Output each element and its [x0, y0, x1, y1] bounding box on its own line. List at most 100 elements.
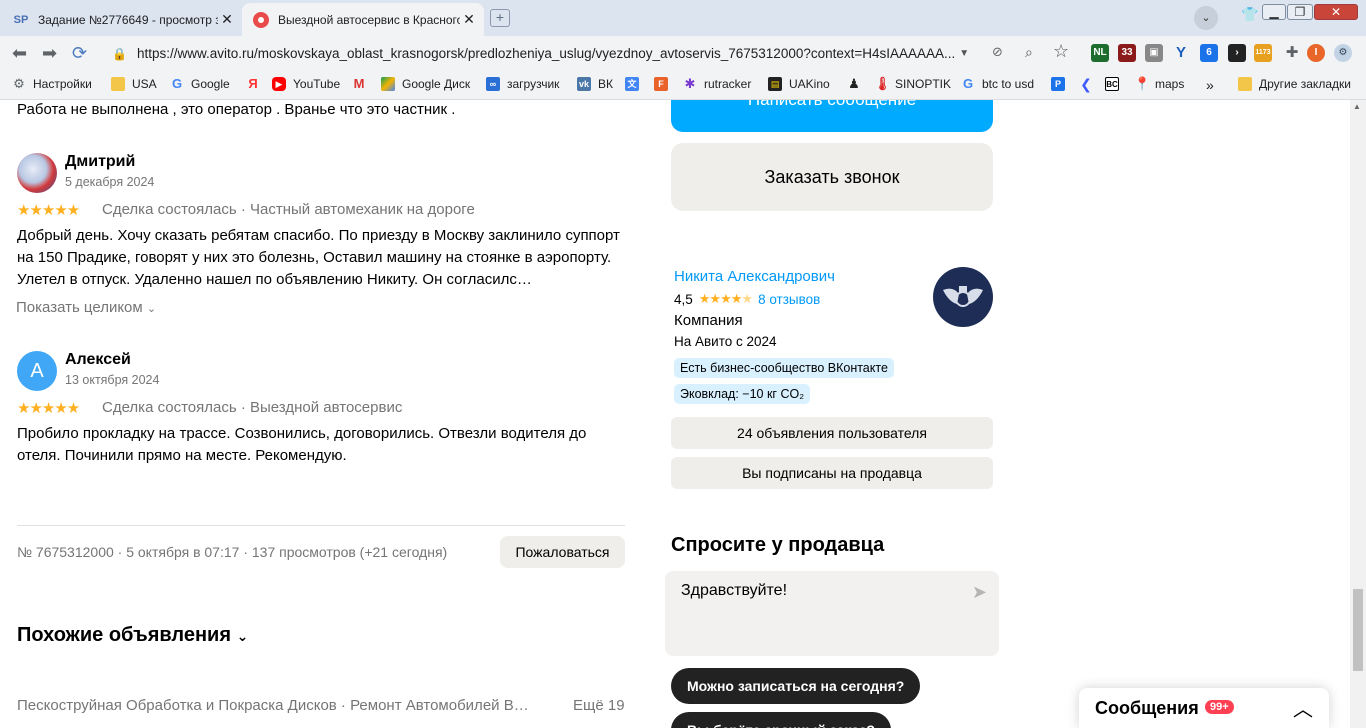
uakino-icon: ▤ — [768, 77, 782, 91]
subscribed-button[interactable]: Вы подписаны на продавца — [671, 457, 993, 489]
chevron-down-icon: ⌄ — [146, 303, 157, 315]
bookmarks-overflow-icon[interactable]: » — [1206, 77, 1214, 93]
quick-reply-chip[interactable]: Можно записаться на сегодня? — [671, 668, 921, 704]
seller-logo[interactable] — [933, 267, 993, 327]
bookmark-sinoptik[interactable]: 🌡 SINOPTIK — [874, 77, 951, 92]
bookmark-btc[interactable]: Gbtc to usd — [961, 77, 1034, 92]
bookmark-youtube[interactable]: ▶ YouTube — [272, 77, 340, 91]
order-call-button[interactable]: Заказать звонок — [671, 143, 993, 211]
close-window-button[interactable]: ✕ — [1314, 4, 1358, 20]
zoom-icon[interactable]: ⌕ — [1025, 44, 1033, 61]
forward-icon[interactable]: ➡ — [42, 43, 57, 64]
bookmark-p[interactable]: P — [1051, 77, 1072, 91]
review-card: А Алексей 13 октября 2024 ★★★★★ Сделка с… — [17, 351, 632, 471]
bookmark-settings[interactable]: ⚙ Настройки — [12, 76, 92, 92]
bookmark-rutracker[interactable]: ✱ rutracker — [683, 77, 752, 92]
scroll-up-icon[interactable]: ▲ — [1353, 102, 1361, 111]
bookmark-star-icon[interactable]: ☆ — [1053, 41, 1069, 62]
sp-favicon-icon: SP — [13, 13, 29, 26]
browser-chrome: SP Задание №2776649 - просмотр з ✕ Выезд… — [0, 0, 1366, 100]
scrollbar[interactable]: ▲ — [1350, 100, 1366, 728]
bookmark-other[interactable]: Другие закладки — [1238, 77, 1351, 91]
bookmark-yandex[interactable]: Я — [246, 77, 267, 91]
blocked-popup-icon[interactable]: ⊘ — [992, 44, 1003, 60]
send-icon[interactable]: ➤ — [972, 582, 987, 603]
close-icon[interactable]: ✕ — [460, 11, 478, 28]
briefcase-extension-icon[interactable]: ▣ — [1145, 44, 1163, 62]
bookmark-f[interactable]: F — [654, 77, 675, 91]
write-message-button[interactable]: Написать сообщение — [671, 100, 993, 132]
y-extension-icon[interactable]: Y — [1172, 44, 1190, 62]
message-input[interactable]: Здравствуйте! ➤ — [665, 571, 999, 656]
bookmark-downloader[interactable]: ∞ загрузчик — [486, 77, 559, 91]
avatar: А — [17, 351, 57, 391]
bookmark-person[interactable]: ♟ — [847, 77, 868, 91]
counter-extension-icon[interactable]: 33 — [1118, 44, 1136, 62]
bookmark-google-drive[interactable]: Google Диск — [381, 77, 470, 91]
winged-emblem-icon — [943, 286, 983, 307]
puzzle-extension-icon[interactable]: ✚ — [1283, 44, 1301, 62]
bookmark-bc[interactable]: BC — [1105, 77, 1126, 91]
seller-reviews-link[interactable]: 8 отзывов — [758, 292, 820, 307]
similar-heading[interactable]: Похожие объявления ⌄ — [17, 624, 248, 647]
f-app-icon: F — [654, 77, 668, 91]
terminal-extension-icon[interactable]: › — [1228, 44, 1246, 62]
nl-extension-icon[interactable]: NL — [1091, 44, 1109, 62]
avito-favicon-icon — [252, 11, 270, 29]
bookmark-usa[interactable]: USA — [111, 77, 157, 91]
reload-icon[interactable]: ⟳ — [72, 43, 87, 64]
show-all-link[interactable]: Показать целиком ⌄ — [16, 299, 156, 316]
similar-item[interactable]: Пескоструйная Обработка и Покраска Диско… — [17, 697, 577, 714]
badge-vk-community[interactable]: Есть бизнес-сообщество ВКонтакте — [674, 358, 894, 378]
quick-reply-chip[interactable]: Вы берёте срочный заказ? — [671, 712, 891, 728]
download-extension-icon[interactable]: 6 — [1200, 44, 1218, 62]
seller-rating: 4,5 ★★★★★ 8 отзывов — [674, 291, 821, 307]
seller-ads-button[interactable]: 24 объявления пользователя — [671, 417, 993, 449]
rating-stars: ★★★★★ — [17, 400, 80, 417]
infinity-icon: ∞ — [486, 77, 500, 91]
url-dropdown-icon[interactable]: ▼ — [959, 48, 969, 59]
tab-bar: SP Задание №2776649 - просмотр з ✕ Выезд… — [0, 0, 1366, 36]
review-text-truncated: Работа не выполнена , это оператор . Вра… — [17, 101, 456, 118]
messages-label: Сообщения — [1095, 698, 1199, 718]
bookmark-uakino[interactable]: ▤ UAKino — [768, 77, 830, 91]
back-icon[interactable]: ⬅ — [12, 43, 27, 64]
bookmark-vk[interactable]: vk ВК — [577, 77, 613, 91]
review-meta: Сделка состоялась · Частный автомеханик … — [102, 201, 475, 218]
maximize-button[interactable]: ❐ — [1287, 4, 1313, 20]
gear-icon: ⚙ — [13, 76, 25, 91]
seller-type: Компания — [674, 312, 743, 329]
profile-dropdown-icon[interactable]: ⌄ — [1194, 6, 1218, 30]
new-tab-button[interactable]: + — [490, 9, 510, 27]
youtube-icon: ▶ — [272, 77, 286, 91]
messages-widget[interactable]: Сообщения 99+ ︿ — [1079, 688, 1329, 728]
tab-avito[interactable]: Выездной автосервис в Красногорс ✕ — [242, 3, 484, 36]
profile-avatar-icon[interactable]: I — [1307, 44, 1325, 62]
chevron-up-icon[interactable]: ︿ — [1293, 693, 1313, 722]
close-icon[interactable]: ✕ — [218, 11, 236, 28]
badge-eco[interactable]: Эковклад: −10 кг CO₂ — [674, 384, 811, 404]
shirt-icon[interactable]: 👕 — [1241, 6, 1258, 23]
bookmark-google[interactable]: G Google — [170, 76, 230, 92]
google-icon: G — [171, 76, 183, 91]
report-button[interactable]: Пожаловаться — [500, 536, 625, 568]
address-bar[interactable]: 🔒 https://www.avito.ru/moskovskaya_oblas… — [102, 40, 985, 67]
google-drive-icon — [381, 77, 395, 91]
scrollbar-thumb[interactable] — [1353, 589, 1363, 671]
review-date: 5 декабря 2024 — [65, 175, 155, 189]
chevron-down-icon: ⌄ — [236, 628, 249, 644]
folder-icon — [111, 77, 125, 91]
similar-more-link[interactable]: Ещё 19 — [573, 697, 625, 714]
seller-name[interactable]: Никита Александрович — [674, 268, 835, 285]
bookmark-gmail[interactable]: M — [352, 77, 373, 91]
minimize-button[interactable]: ▁ — [1262, 4, 1286, 20]
vk-icon: vk — [577, 77, 591, 91]
tab-task[interactable]: SP Задание №2776649 - просмотр з ✕ — [2, 3, 242, 36]
bookmark-translate[interactable]: 文 — [625, 77, 646, 91]
price-extension-icon[interactable]: 1173 — [1254, 44, 1272, 62]
bookmark-maps[interactable]: 📍 maps — [1134, 77, 1184, 92]
sync-icon[interactable]: ⚙ — [1334, 44, 1352, 62]
review-text: Пробило прокладку на трассе. Созвонились… — [17, 425, 587, 464]
bookmark-arrow[interactable]: ❮ — [1079, 77, 1100, 91]
review-date: 13 октября 2024 — [65, 373, 160, 387]
